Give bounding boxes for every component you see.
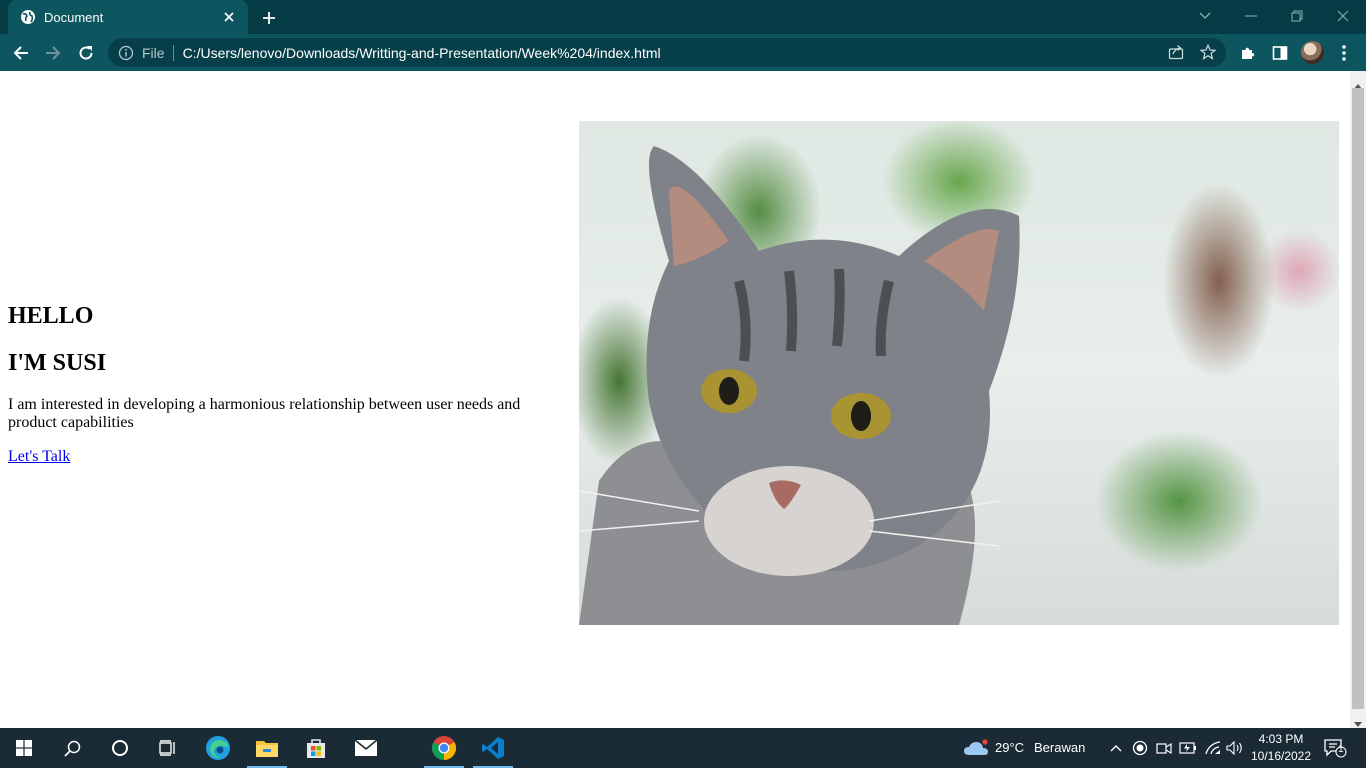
url-text[interactable]: C:/Users/lenovo/Downloads/Writting-and-P… bbox=[183, 45, 661, 61]
vscode-icon[interactable] bbox=[469, 728, 517, 768]
scroll-up-arrow-icon[interactable] bbox=[1354, 76, 1362, 89]
bio-paragraph: I am interested in developing a harmonio… bbox=[8, 396, 521, 431]
url-scheme-label: File bbox=[142, 44, 165, 61]
hero-text: HELLO I'M SUSI I am interested in develo… bbox=[8, 301, 548, 466]
heading-hello: HELLO bbox=[8, 303, 94, 329]
close-tab-icon[interactable] bbox=[220, 8, 238, 26]
globe-icon bbox=[20, 9, 36, 25]
url-divider bbox=[172, 44, 174, 61]
cortana-icon[interactable] bbox=[96, 728, 144, 768]
info-icon[interactable] bbox=[118, 45, 134, 61]
profile-avatar[interactable] bbox=[1301, 41, 1324, 64]
bookmark-star-icon[interactable] bbox=[1199, 43, 1217, 61]
scroll-down-arrow-icon[interactable] bbox=[1354, 715, 1362, 727]
address-bar[interactable]: File C:/Users/lenovo/Downloads/Writting-… bbox=[108, 38, 1226, 67]
extensions-puzzle-icon[interactable] bbox=[1235, 40, 1261, 66]
weather-temperature[interactable]: 29°C bbox=[995, 740, 1024, 755]
tab-document[interactable]: Document bbox=[8, 0, 248, 34]
browser-toolbar: File C:/Users/lenovo/Downloads/Writting-… bbox=[0, 34, 1366, 71]
file-explorer-icon[interactable] bbox=[243, 728, 291, 768]
volume-icon[interactable] bbox=[1226, 738, 1244, 758]
browser-tabstrip: Document bbox=[0, 0, 1366, 34]
lets-talk-link[interactable]: Let's Talk bbox=[8, 448, 70, 466]
edge-icon[interactable] bbox=[194, 728, 242, 768]
record-icon[interactable] bbox=[1131, 738, 1149, 758]
cat-photo bbox=[579, 121, 1339, 625]
new-tab-button[interactable] bbox=[258, 7, 280, 29]
weather-cloud-icon[interactable] bbox=[963, 738, 989, 758]
windows-taskbar: 29°C Berawan 4:03 PM 10/16/2022 1 bbox=[0, 728, 1366, 768]
clock[interactable]: 4:03 PM 10/16/2022 bbox=[1246, 731, 1316, 765]
clock-date: 10/16/2022 bbox=[1250, 749, 1312, 763]
side-panel-icon[interactable] bbox=[1267, 40, 1293, 66]
restore-icon[interactable] bbox=[1285, 5, 1309, 27]
store-icon[interactable] bbox=[292, 728, 340, 768]
close-window-icon[interactable] bbox=[1331, 5, 1355, 27]
weather-description[interactable]: Berawan bbox=[1034, 740, 1085, 755]
vertical-scrollbar[interactable] bbox=[1350, 71, 1366, 728]
chevron-up-icon[interactable] bbox=[1107, 738, 1125, 758]
cat-illustration bbox=[579, 146, 1020, 625]
wifi-icon[interactable] bbox=[1204, 738, 1222, 758]
notification-count-badge: 1 bbox=[1338, 744, 1344, 755]
search-icon[interactable] bbox=[48, 728, 96, 768]
scrollbar-thumb[interactable] bbox=[1352, 88, 1364, 709]
chrome-icon[interactable] bbox=[420, 728, 468, 768]
battery-icon[interactable] bbox=[1179, 738, 1197, 758]
clock-time: 4:03 PM bbox=[1258, 732, 1304, 746]
mail-icon[interactable] bbox=[342, 728, 390, 768]
share-icon[interactable] bbox=[1167, 43, 1185, 61]
minimize-icon[interactable] bbox=[1239, 5, 1263, 27]
back-arrow-icon[interactable] bbox=[8, 40, 34, 66]
tab-title: Document bbox=[44, 9, 104, 25]
start-icon[interactable] bbox=[0, 728, 48, 768]
notification-center-icon[interactable] bbox=[1324, 738, 1348, 758]
tab-search-icon[interactable] bbox=[1193, 5, 1217, 27]
forward-arrow-icon[interactable] bbox=[40, 40, 66, 66]
reload-icon[interactable] bbox=[73, 40, 99, 66]
heading-name: I'M SUSI bbox=[8, 350, 107, 376]
page-viewport: HELLO I'M SUSI I am interested in develo… bbox=[0, 71, 1350, 728]
meet-now-icon[interactable] bbox=[1155, 738, 1173, 758]
kebab-menu-icon[interactable] bbox=[1331, 40, 1357, 66]
task-view-icon[interactable] bbox=[144, 728, 192, 768]
